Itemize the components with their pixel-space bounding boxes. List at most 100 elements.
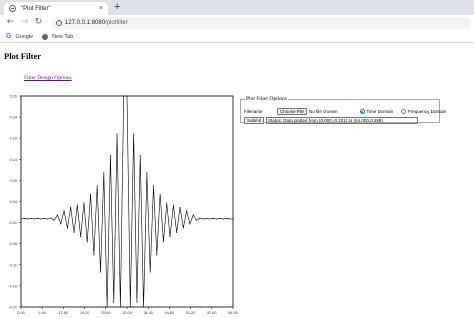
bookmark-google[interactable]: G Google: [6, 32, 33, 41]
status-field: Status: Data plotted from (0.000,-0.201)…: [266, 117, 419, 124]
tab-strip: "Plot Filter" × +: [0, 0, 474, 15]
data-point: [40, 218, 42, 220]
y-tick-label: 0.24: [10, 116, 17, 120]
x-tick-label: 38.40: [143, 311, 153, 315]
new-tab-button[interactable]: +: [114, 1, 120, 13]
data-point: [139, 155, 141, 157]
data-point: [60, 223, 62, 225]
plot-filter-options: Plot Filter Options Filename Choose File…: [240, 96, 446, 124]
data-point: [232, 218, 234, 220]
data-point: [129, 306, 131, 308]
data-point: [37, 218, 39, 220]
data-point: [47, 218, 48, 220]
data-point: [169, 236, 171, 238]
data-point: [186, 210, 188, 212]
y-tick-label: 0.04: [10, 200, 17, 204]
data-point: [206, 218, 207, 220]
data-point: [143, 306, 145, 308]
data-point: [196, 219, 198, 221]
data-point: [149, 271, 151, 273]
globe-icon: [9, 5, 16, 12]
y-tick-label: -0.16: [8, 284, 17, 288]
plot-frame: [20, 95, 234, 308]
x-tick-label: 19.20: [80, 311, 90, 315]
data-point: [109, 155, 111, 157]
data-point: [93, 254, 95, 256]
data-point: [162, 241, 164, 243]
data-point: [189, 223, 191, 225]
y-tick-label: 0.14: [10, 158, 17, 162]
data-point: [30, 218, 32, 220]
data-point: [90, 193, 92, 195]
filter-plot: 0.29 0.24 0.19 0.14 0.09 0.04 -0.01 -0.06 -0.11 -…: [8, 95, 238, 316]
frequency-domain-radio[interactable]: [401, 109, 407, 114]
data-point: [126, 95, 128, 97]
data-point: [103, 172, 105, 174]
data-point: [153, 185, 154, 187]
globe-icon: [42, 33, 48, 40]
data-point: [199, 217, 201, 219]
data-point: [229, 218, 231, 220]
x-tick-label: 51.20: [186, 311, 196, 315]
data-point: [225, 218, 227, 220]
data-point: [76, 204, 78, 206]
data-point: [123, 95, 125, 97]
data-point: [212, 218, 214, 220]
data-point: [70, 206, 72, 208]
x-tick-label: 0.00: [17, 311, 24, 315]
data-point: [209, 218, 211, 220]
address-bar[interactable]: 127.0.0.1:8080/plotfilter: [51, 17, 471, 29]
bookmark-label: New Tab: [52, 33, 74, 40]
page-title: Plot Filter: [4, 51, 42, 61]
data-point: [182, 227, 184, 229]
bookmarks-bar: G Google New Tab: [0, 30, 474, 43]
back-icon[interactable]: ←: [5, 17, 16, 28]
x-tick-label: 44.80: [165, 311, 175, 315]
data-point: [63, 210, 65, 212]
data-point: [50, 217, 52, 219]
data-point: [53, 219, 55, 221]
info-icon[interactable]: [56, 20, 62, 26]
data-point: [215, 218, 217, 220]
choose-file-button[interactable]: Choose File: [277, 108, 308, 115]
data-point: [136, 301, 138, 303]
data-point: [56, 214, 58, 216]
data-point: [172, 204, 174, 206]
submit-row: Submit Status: Data plotted from (0.000,…: [244, 117, 419, 124]
browser-toolbar: ← → ↻ 127.0.0.1:8080/plotfilter: [0, 15, 474, 30]
data-point: [27, 218, 29, 220]
x-tick-label: 57.60: [207, 311, 217, 315]
close-icon[interactable]: ×: [97, 5, 105, 12]
submit-button[interactable]: Submit: [244, 117, 265, 124]
frequency-domain-label: Frequency Domain: [408, 109, 447, 114]
data-point: [43, 218, 45, 220]
data-point: [156, 254, 158, 256]
filter-design-options-link[interactable]: Filter Design Options: [24, 75, 72, 81]
series-line: [20, 95, 233, 308]
reload-icon[interactable]: ↻: [33, 17, 44, 28]
tab-title: "Plot Filter": [21, 5, 51, 12]
url-path: /plotfilter: [105, 20, 128, 26]
no-file-text: No file chosen: [309, 109, 338, 114]
data-point: [66, 227, 68, 229]
data-point: [179, 206, 181, 208]
url-host: 127.0.0.1:8080: [65, 20, 106, 26]
x-tick-label: 32.00: [122, 311, 132, 315]
data-point: [100, 271, 101, 273]
x-tick-label: 25.60: [101, 311, 111, 315]
y-tick-label: -0.21: [8, 306, 17, 310]
y-tick-label: -0.01: [8, 221, 17, 225]
data-point: [23, 218, 25, 220]
y-tick-label: -0.11: [9, 263, 17, 267]
bookmark-new-tab[interactable]: New Tab: [42, 32, 73, 41]
data-point: [119, 306, 121, 308]
forward-icon[interactable]: →: [19, 17, 30, 28]
browser-tab[interactable]: "Plot Filter" ×: [4, 2, 108, 15]
x-tick-label: 6.40: [39, 311, 46, 315]
data-point: [159, 193, 161, 195]
time-domain-radio[interactable]: [359, 109, 365, 114]
options-legend: Plot Filter Options: [246, 96, 287, 102]
data-point: [73, 231, 75, 233]
x-tick-label: 64.00: [228, 311, 238, 315]
data-point: [86, 241, 88, 243]
